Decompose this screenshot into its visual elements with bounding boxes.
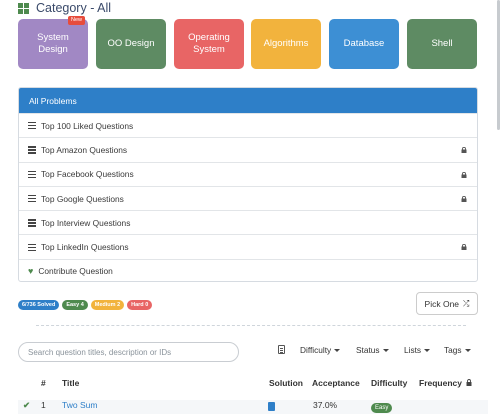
caret-down-icon [424, 348, 431, 352]
table-header: # Title Solution Acceptance Difficulty F… [18, 378, 488, 392]
panel-heading: All Problems [29, 95, 77, 106]
problem-title-link[interactable]: Two Sum [62, 400, 97, 410]
difficulty-filter[interactable]: Difficulty [300, 345, 341, 355]
heart-icon: ♥ [28, 266, 34, 277]
list-item-top-interview[interactable]: Top Interview Questions [19, 210, 477, 234]
list-item-top-google[interactable]: Top Google Questions [19, 185, 477, 210]
contribute-question-link[interactable]: ♥ Contribute Question [19, 258, 477, 281]
caret-down-icon [334, 348, 341, 352]
tags-filter-label: Tags [444, 345, 462, 355]
list-item-top-linkedin[interactable]: Top LinkedIn Questions [19, 234, 477, 258]
list-item-label: Top Google Questions [41, 193, 124, 204]
col-acceptance[interactable]: Acceptance [312, 378, 360, 388]
lock-icon [461, 171, 467, 178]
col-solution[interactable]: Solution [269, 378, 303, 388]
caret-down-icon [464, 348, 471, 352]
contribute-label: Contribute Question [38, 266, 113, 277]
lists-filter-label: Lists [404, 345, 422, 355]
list-item-top-facebook[interactable]: Top Facebook Questions [19, 161, 477, 186]
category-label: Shell [431, 38, 453, 49]
row-acceptance: 37.0% [313, 400, 338, 410]
list-item-label: Top LinkedIn Questions [41, 242, 129, 253]
lock-icon [461, 147, 467, 154]
document-icon[interactable] [278, 345, 285, 354]
problems-panel: All Problems Top 100 Liked Questions Top… [18, 87, 478, 282]
category-label: System Design [37, 32, 69, 55]
category-system-design[interactable]: System Design New [18, 16, 88, 69]
all-problems-header[interactable]: All Problems [19, 88, 477, 113]
medium-badge: Medium 2 [90, 300, 125, 310]
list-icon [28, 219, 36, 227]
list-icon [28, 122, 36, 130]
category-shell[interactable]: Shell [407, 19, 477, 69]
solved-badge: 6/736 Solved [18, 300, 60, 310]
list-icon [28, 170, 36, 179]
lock-icon [461, 195, 467, 202]
category-label: OO Design [107, 38, 155, 49]
category-cards: System Design New OO Design Operating Syst… [18, 16, 492, 69]
grid-icon [18, 2, 29, 14]
col-title[interactable]: Title [62, 378, 79, 388]
list-item-label: Top 100 Liked Questions [41, 120, 134, 131]
lock-icon [466, 379, 472, 386]
category-algorithms[interactable]: Algorithms [251, 19, 321, 69]
col-frequency[interactable]: Frequency [419, 378, 472, 388]
list-item-label: Top Interview Questions [41, 217, 131, 228]
category-label: Database [343, 38, 385, 49]
list-icon [28, 243, 36, 251]
col-num[interactable]: # [41, 378, 46, 388]
tags-filter[interactable]: Tags [444, 345, 471, 355]
hard-badge: Hard 0 [127, 300, 153, 310]
filter-toolbar: Difficulty Status Lists Tags [0, 345, 500, 359]
category-label: Algorithms [263, 38, 309, 49]
category-label: Operating System [188, 32, 230, 55]
easy-badge: Easy 4 [62, 300, 88, 310]
row-id: 1 [41, 400, 46, 410]
category-database[interactable]: Database [329, 19, 399, 69]
shuffle-icon: ⤮ [463, 298, 470, 308]
caret-down-icon [382, 348, 389, 352]
new-badge: New [67, 16, 85, 25]
solution-icon[interactable] [268, 402, 275, 411]
list-icon [28, 146, 36, 154]
solved-check-icon: ✔ [23, 400, 31, 410]
progress-stats: 6/736 Solved Easy 4 Medium 2 Hard 0 [18, 300, 155, 310]
category-operating-system[interactable]: Operating System [174, 19, 244, 69]
lock-icon [461, 244, 467, 251]
pick-one-label: Pick One [424, 298, 460, 309]
col-frequency-label: Frequency [419, 378, 462, 388]
list-item-top-100-liked[interactable]: Top 100 Liked Questions [19, 113, 477, 137]
status-filter-label: Status [356, 345, 380, 355]
pick-one-button[interactable]: Pick One ⤮ [416, 292, 478, 315]
page-header: Category - All [18, 0, 111, 16]
table-row[interactable]: ✔ 1 Two Sum 37.0% Easy [18, 400, 488, 414]
list-item-label: Top Amazon Questions [41, 144, 128, 155]
difficulty-badge: Easy [371, 403, 393, 413]
lists-filter[interactable]: Lists [404, 345, 431, 355]
divider [36, 325, 466, 326]
status-filter[interactable]: Status [356, 345, 389, 355]
list-item-label: Top Facebook Questions [41, 169, 134, 180]
category-oo-design[interactable]: OO Design [96, 19, 166, 69]
col-difficulty[interactable]: Difficulty [371, 378, 407, 388]
difficulty-filter-label: Difficulty [300, 345, 332, 355]
list-item-top-amazon[interactable]: Top Amazon Questions [19, 137, 477, 161]
list-icon [28, 195, 36, 203]
page-title: Category - All [36, 1, 112, 15]
